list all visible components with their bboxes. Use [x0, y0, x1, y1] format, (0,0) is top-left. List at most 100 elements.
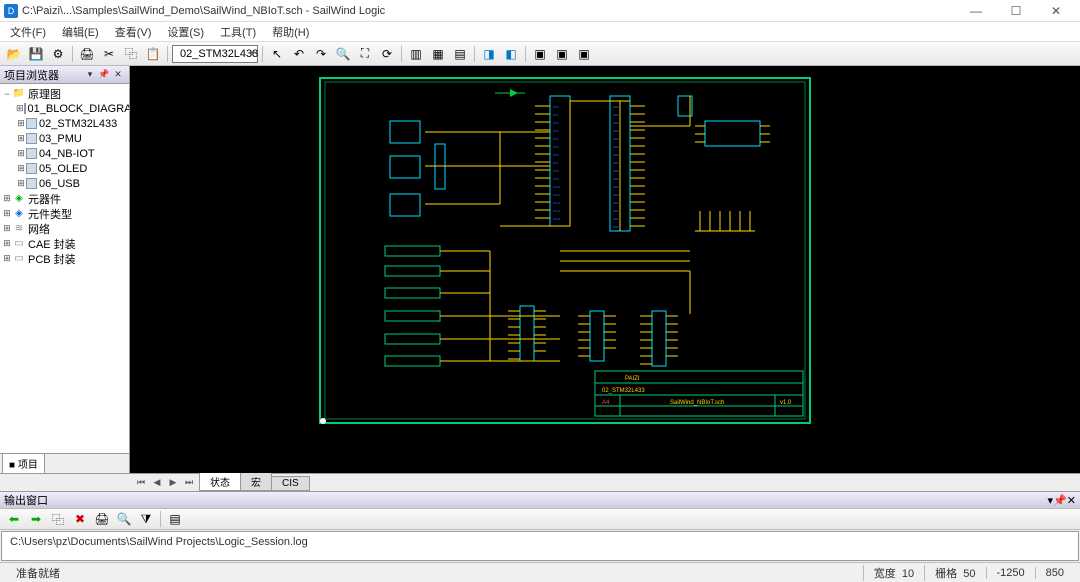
- menu-view[interactable]: 查看(V): [107, 22, 160, 42]
- redo-icon[interactable]: ↷: [311, 44, 331, 64]
- svg-text:PA8: PA8: [553, 169, 559, 173]
- svg-text:PB15: PB15: [613, 225, 621, 229]
- refresh-icon[interactable]: ⟳: [377, 44, 397, 64]
- svg-text:PA4: PA4: [553, 137, 559, 141]
- maximize-button[interactable]: ☐: [996, 1, 1036, 21]
- tree-sheet[interactable]: ⊞03_PMU: [0, 131, 129, 146]
- paste-icon[interactable]: 📋: [143, 44, 163, 64]
- svg-text:PA10: PA10: [553, 185, 560, 189]
- tab-last-icon[interactable]: ⏭: [182, 477, 196, 488]
- menu-tools[interactable]: 工具(T): [212, 22, 264, 42]
- svg-text:PB4: PB4: [613, 137, 619, 141]
- out-forward-icon[interactable]: ➡: [26, 509, 46, 529]
- svg-text:PB13: PB13: [613, 209, 621, 213]
- output-body[interactable]: C:\Users\pz\Documents\SailWind Projects\…: [1, 531, 1079, 561]
- tree-cae-decal[interactable]: ⊞▭CAE 封装: [0, 236, 129, 251]
- tree-root-schematic[interactable]: −📁原理图: [0, 86, 129, 101]
- status-x: -1250: [986, 567, 1035, 579]
- window-title: C:\Paizi\...\Samples\SailWind_Demo\SailW…: [22, 5, 956, 17]
- svg-text:PA9: PA9: [553, 177, 559, 181]
- output-header: 输出窗口 ▾ 📌 ✕: [0, 492, 1080, 508]
- tb-sheet: 02_STM32L433: [602, 388, 645, 394]
- tab-first-icon[interactable]: ⏮: [134, 477, 148, 488]
- tab-status[interactable]: 状态: [199, 472, 241, 491]
- status-width: 宽度 10: [863, 565, 924, 581]
- svg-text:PB12: PB12: [613, 201, 621, 205]
- svg-text:PB2: PB2: [613, 121, 619, 125]
- tb-file: SailWind_NBIoT.sch: [670, 400, 724, 406]
- tab-cis[interactable]: CIS: [271, 476, 310, 491]
- pointer-icon[interactable]: ↖: [267, 44, 287, 64]
- status-bar: 准备就绪 宽度 10 栅格 50 -1250 850: [0, 562, 1080, 582]
- open-icon[interactable]: 📂: [4, 44, 24, 64]
- out-print-icon[interactable]: 🖨: [92, 509, 112, 529]
- close-panel-icon[interactable]: ✕: [111, 68, 125, 82]
- menu-setup[interactable]: 设置(S): [159, 22, 212, 42]
- out-find-icon[interactable]: 🔍: [114, 509, 134, 529]
- project-tree[interactable]: −📁原理图 ⊞01_BLOCK_DIAGRAM ⊞02_STM32L433 ⊞0…: [0, 84, 129, 453]
- output-pane: 输出窗口 ▾ 📌 ✕ ⬅ ➡ ⿻ ✖ 🖨 🔍 ⧩ ▤ C:\Users\pz\D…: [0, 491, 1080, 562]
- output-line: C:\Users\pz\Documents\SailWind Projects\…: [10, 536, 308, 548]
- panel-toggle-2-icon[interactable]: ▣: [552, 44, 572, 64]
- svg-text:PB8: PB8: [613, 169, 619, 173]
- panel-toggle-1-icon[interactable]: ▣: [530, 44, 550, 64]
- tab-prev-icon[interactable]: ◀: [150, 477, 164, 488]
- out-back-icon[interactable]: ⬅: [4, 509, 24, 529]
- tree-sheet[interactable]: ⊞04_NB-IOT: [0, 146, 129, 161]
- svg-text:PB5: PB5: [613, 145, 619, 149]
- project-panel-icon[interactable]: ▥: [406, 44, 426, 64]
- output-panel-icon[interactable]: ▦: [428, 44, 448, 64]
- svg-text:PA1: PA1: [553, 113, 559, 117]
- save-icon[interactable]: 💾: [26, 44, 46, 64]
- tree-sheet[interactable]: ⊞02_STM32L433: [0, 116, 129, 131]
- tree-sheet[interactable]: ⊞05_OLED: [0, 161, 129, 176]
- pin-icon[interactable]: 📌: [97, 68, 111, 82]
- selection-filter-icon[interactable]: ▤: [450, 44, 470, 64]
- tree-sheet[interactable]: ⊞06_USB: [0, 176, 129, 191]
- tree-components[interactable]: ⊞◈元器件: [0, 191, 129, 206]
- tab-macro[interactable]: 宏: [240, 472, 272, 491]
- svg-text:PA5: PA5: [553, 145, 559, 149]
- svg-text:PB9: PB9: [613, 177, 619, 181]
- sheet-combo[interactable]: 02_STM32L433: [172, 45, 258, 63]
- tree-nets[interactable]: ⊞≋网络: [0, 221, 129, 236]
- status-y: 850: [1035, 567, 1074, 579]
- tab-next-icon[interactable]: ▶: [166, 477, 180, 488]
- svg-text:PA12: PA12: [553, 201, 560, 205]
- minimize-button[interactable]: —: [956, 1, 996, 21]
- tree-comp-types[interactable]: ⊞◈元件类型: [0, 206, 129, 221]
- options-icon[interactable]: ⚙: [48, 44, 68, 64]
- menu-edit[interactable]: 编辑(E): [54, 22, 107, 42]
- switch-to-router-icon[interactable]: ◧: [501, 44, 521, 64]
- svg-text:PB11: PB11: [613, 193, 620, 197]
- schematic-svg: PA0PA1PA2PA3PA4PA5PA6PA7PA8PA9PA10PA11PA…: [130, 66, 1080, 473]
- svg-text:PA7: PA7: [553, 161, 559, 165]
- zoom-fit-icon[interactable]: ⛶: [355, 44, 375, 64]
- out-log-icon[interactable]: ▤: [165, 509, 185, 529]
- svg-text:PA13: PA13: [553, 209, 560, 213]
- out-clear-icon[interactable]: ✖: [70, 509, 90, 529]
- print-icon[interactable]: 🖨: [77, 44, 97, 64]
- menu-help[interactable]: 帮助(H): [264, 22, 317, 42]
- switch-to-layout-icon[interactable]: ◨: [479, 44, 499, 64]
- output-close-icon[interactable]: ✕: [1067, 494, 1076, 507]
- tree-sheet[interactable]: ⊞01_BLOCK_DIAGRAM: [0, 101, 129, 116]
- zoom-icon[interactable]: 🔍: [333, 44, 353, 64]
- panel-toggle-3-icon[interactable]: ▣: [574, 44, 594, 64]
- status-grid: 栅格 50: [924, 565, 985, 581]
- undo-icon[interactable]: ↶: [289, 44, 309, 64]
- svg-text:PB10: PB10: [613, 185, 621, 189]
- out-copy-icon[interactable]: ⿻: [48, 509, 68, 529]
- copy-icon[interactable]: ⿻: [121, 44, 141, 64]
- out-filter-icon[interactable]: ⧩: [136, 509, 156, 529]
- tab-project[interactable]: ■ 项目: [2, 453, 45, 473]
- svg-text:PA0: PA0: [553, 105, 559, 109]
- menu-file[interactable]: 文件(F): [2, 22, 54, 42]
- schematic-canvas[interactable]: PA0PA1PA2PA3PA4PA5PA6PA7PA8PA9PA10PA11PA…: [130, 66, 1080, 473]
- svg-text:PB6: PB6: [613, 153, 619, 157]
- tree-pcb-decal[interactable]: ⊞▭PCB 封装: [0, 251, 129, 266]
- cut-icon[interactable]: ✂: [99, 44, 119, 64]
- dropdown-icon[interactable]: ▾: [83, 68, 97, 82]
- output-pin-icon[interactable]: 📌: [1053, 494, 1067, 507]
- close-button[interactable]: ✕: [1036, 1, 1076, 21]
